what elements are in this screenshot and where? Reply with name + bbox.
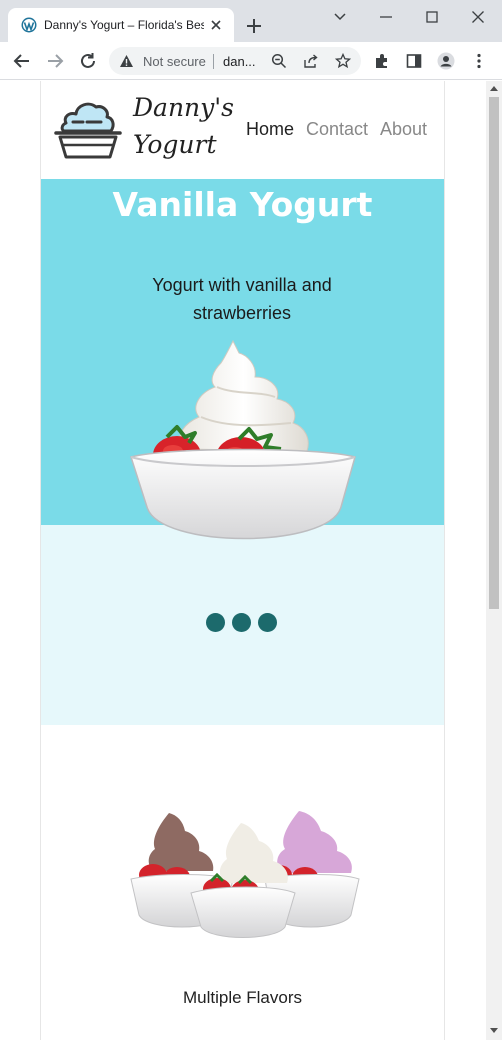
page-scrollbar[interactable] xyxy=(486,81,502,1040)
scroll-down-arrow-icon[interactable] xyxy=(490,1026,498,1034)
profile-icon[interactable] xyxy=(437,52,455,70)
close-icon[interactable] xyxy=(208,17,224,33)
omnibox-divider xyxy=(213,54,214,69)
scroll-up-arrow-icon[interactable] xyxy=(490,85,498,93)
reload-icon[interactable] xyxy=(78,51,98,71)
hero-subtitle: Yogurt with vanilla and strawberries xyxy=(152,275,332,323)
side-panel-icon[interactable] xyxy=(405,52,423,70)
share-icon[interactable] xyxy=(303,53,319,69)
url-text[interactable]: dan... xyxy=(223,54,256,69)
yogurt-logo-icon[interactable] xyxy=(53,95,123,165)
address-bar[interactable]: Not secure dan... xyxy=(109,47,361,75)
browser-toolbar: Not secure dan... xyxy=(0,42,502,80)
site-container: Danny's Yogurt Home Contact About Vanill… xyxy=(40,81,445,1040)
extensions-icon[interactable] xyxy=(373,52,391,70)
maximize-icon[interactable] xyxy=(423,8,441,26)
minimize-icon[interactable] xyxy=(377,8,395,26)
chevron-down-icon[interactable] xyxy=(331,8,349,26)
kebab-menu-icon[interactable] xyxy=(470,52,488,70)
plus-icon[interactable] xyxy=(245,17,263,35)
multiple-flavors-image xyxy=(130,811,360,938)
hero-title: Vanilla Yogurt xyxy=(112,185,373,224)
vanilla-yogurt-image xyxy=(130,339,356,540)
site-brand[interactable]: Danny's Yogurt xyxy=(133,89,243,163)
scroll-thumb[interactable] xyxy=(489,97,499,609)
back-icon[interactable] xyxy=(12,51,32,71)
wordpress-icon xyxy=(21,17,37,33)
forward-icon[interactable] xyxy=(45,51,65,71)
carousel-dot-3[interactable] xyxy=(258,613,277,632)
nav-contact[interactable]: Contact xyxy=(306,119,368,140)
tab-title: Danny's Yogurt – Florida's Best xyxy=(44,18,204,32)
warning-icon[interactable] xyxy=(119,54,134,68)
nav-about[interactable]: About xyxy=(380,119,427,140)
star-icon[interactable] xyxy=(335,53,351,69)
zoom-out-icon[interactable] xyxy=(271,53,287,69)
security-status[interactable]: Not secure xyxy=(143,54,207,69)
active-tab[interactable]: Danny's Yogurt – Florida's Best xyxy=(8,8,234,42)
page-viewport: Danny's Yogurt Home Contact About Vanill… xyxy=(0,81,486,1040)
nav-home[interactable]: Home xyxy=(246,119,294,140)
tab-strip: Danny's Yogurt – Florida's Best xyxy=(0,0,502,42)
carousel-dot-2[interactable] xyxy=(232,613,251,632)
window-close-icon[interactable] xyxy=(469,8,487,26)
feature-caption: Multiple Flavors xyxy=(182,988,303,1007)
carousel-dot-1[interactable] xyxy=(206,613,225,632)
